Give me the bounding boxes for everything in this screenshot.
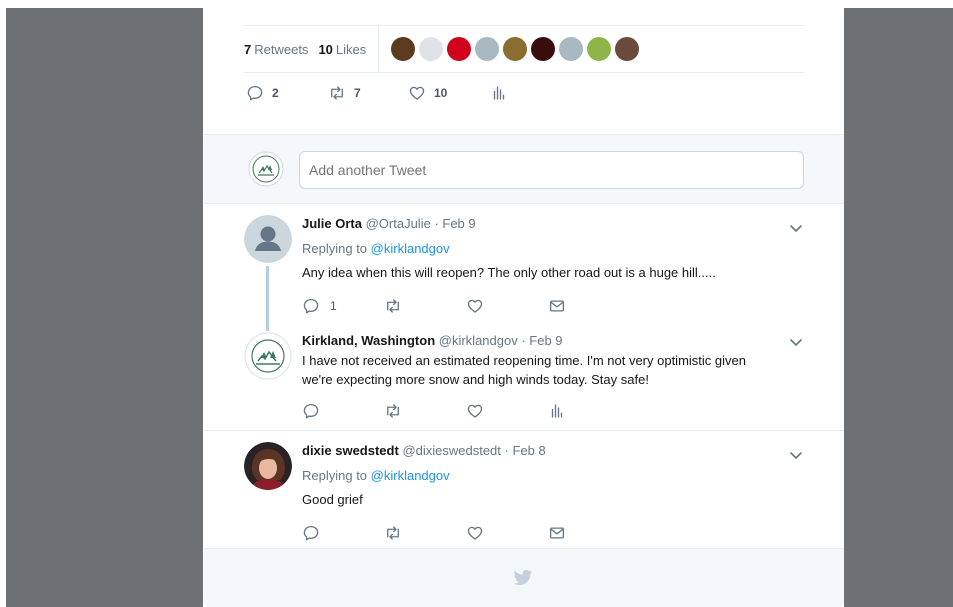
thread-connector [266, 266, 269, 331]
author-handle[interactable]: @dixieswedstedt [402, 443, 500, 458]
liker-avatar[interactable] [531, 37, 556, 61]
reply-button[interactable] [302, 524, 384, 542]
reply-icon [303, 298, 319, 314]
twitter-bird-icon [513, 569, 533, 586]
kirkland-logo-avatar[interactable] [244, 332, 292, 380]
analytics-button[interactable] [548, 402, 630, 420]
heart-icon [467, 404, 483, 418]
tweet-date[interactable]: · Feb 8 [505, 443, 546, 458]
reply-icon [303, 403, 319, 419]
liker-avatar[interactable] [447, 37, 472, 61]
replying-to: Replying to @kirklandgov [302, 466, 804, 485]
reply-icon [247, 85, 263, 101]
heart-icon [467, 299, 483, 313]
main-retweet-button[interactable]: 7 [328, 84, 408, 102]
main-like-button[interactable]: 10 [408, 84, 490, 102]
direct-message-button[interactable] [548, 524, 630, 542]
replying-prefix: Replying to [302, 241, 368, 256]
modal-backdrop-right[interactable] [844, 8, 953, 607]
tweet-header: dixie swedstedt @dixieswedstedt · Feb 8 [302, 443, 804, 461]
modal-backdrop-left[interactable] [6, 8, 203, 607]
chevron-down-icon[interactable] [788, 447, 804, 463]
tweet-actions [302, 524, 804, 542]
direct-message-button[interactable] [548, 297, 630, 315]
retweet-icon [387, 404, 399, 418]
main-reply-button[interactable]: 2 [246, 84, 328, 102]
liker-avatar[interactable] [391, 37, 416, 61]
like-button[interactable] [466, 524, 548, 542]
tweet-header: Kirkland, Washington @kirklandgov · Feb … [302, 333, 804, 351]
tweet-text-line-2: we're expecting more snow and high winds… [302, 372, 649, 387]
retweets-stat[interactable]: 7 Retweets [244, 42, 308, 57]
liker-avatar[interactable] [615, 37, 640, 61]
author-name[interactable]: Kirkland, Washington [302, 333, 435, 348]
likes-count: 10 [318, 41, 333, 57]
retweets-label: Retweets [254, 41, 309, 57]
kirkland-logo-avatar [248, 151, 284, 187]
main-retweet-count: 7 [354, 86, 361, 100]
chevron-down-icon[interactable] [788, 334, 804, 350]
retweet-icon [387, 526, 399, 540]
tweet-header: Julie Orta @OrtaJulie · Feb 9 [302, 216, 804, 234]
reply-count: 1 [330, 299, 337, 313]
likes-stat[interactable]: 10 Likes [318, 42, 366, 57]
main-like-count: 10 [434, 86, 448, 100]
like-button[interactable] [466, 297, 548, 315]
retweet-button[interactable] [384, 297, 466, 315]
envelope-icon [549, 300, 565, 312]
default-avatar[interactable] [244, 215, 292, 263]
chevron-down-icon[interactable] [788, 220, 804, 236]
replying-prefix: Replying to [302, 468, 368, 483]
envelope-icon [549, 527, 565, 539]
tweet-actions: 1 [302, 297, 804, 315]
main-reply-count: 2 [272, 86, 279, 100]
analytics-icon [493, 86, 505, 100]
tweet-text: Any idea when this will reopen? The only… [302, 265, 716, 280]
retweet-button[interactable] [384, 524, 466, 542]
retweets-count: 7 [244, 41, 252, 57]
author-handle[interactable]: @kirklandgov [439, 333, 518, 348]
author-name[interactable]: Julie Orta [302, 216, 362, 231]
likes-label: Likes [335, 41, 367, 57]
author-name[interactable]: dixie swedstedt [302, 443, 399, 458]
liker-avatar[interactable] [587, 37, 612, 61]
replying-handle-link[interactable]: @kirklandgov [371, 468, 450, 483]
liker-avatar[interactable] [475, 37, 500, 61]
tweet-text-line-1: I have not received an estimated reopeni… [302, 353, 746, 368]
engagement-stats: 7 Retweets 10 Likes [244, 25, 804, 73]
tweet-detail-modal: 7 Retweets 10 Likes 2 7 10 Add another T… [204, 0, 844, 607]
tweet-text: Good grief [302, 492, 363, 507]
tweet-actions [302, 402, 804, 420]
reply-composer [204, 134, 844, 204]
main-analytics-button[interactable] [490, 84, 508, 102]
analytics-icon [551, 404, 563, 418]
add-tweet-input[interactable] [299, 151, 804, 189]
heart-icon [467, 526, 483, 540]
reply-button[interactable]: 1 [302, 297, 384, 315]
retweet-icon [331, 86, 343, 100]
retweet-icon [387, 299, 399, 313]
liker-avatar[interactable] [559, 37, 584, 61]
stats-divider [378, 26, 380, 72]
tweet-separator [204, 430, 844, 431]
main-tweet-actions: 2 7 10 [246, 84, 508, 102]
tweet-date[interactable]: · Feb 9 [434, 216, 475, 231]
heart-icon [409, 86, 425, 100]
liker-avatars [391, 37, 640, 61]
author-handle[interactable]: @OrtaJulie [366, 216, 431, 231]
reply-button[interactable] [302, 402, 384, 420]
reply-icon [303, 525, 319, 541]
liker-avatar[interactable] [419, 37, 444, 61]
tweet-date[interactable]: · Feb 9 [521, 333, 562, 348]
retweet-button[interactable] [384, 402, 466, 420]
liker-avatar[interactable] [503, 37, 528, 61]
modal-footer [204, 548, 844, 607]
like-button[interactable] [466, 402, 548, 420]
replying-handle-link[interactable]: @kirklandgov [371, 241, 450, 256]
replying-to: Replying to @kirklandgov [302, 239, 804, 258]
user-avatar[interactable] [244, 442, 292, 490]
